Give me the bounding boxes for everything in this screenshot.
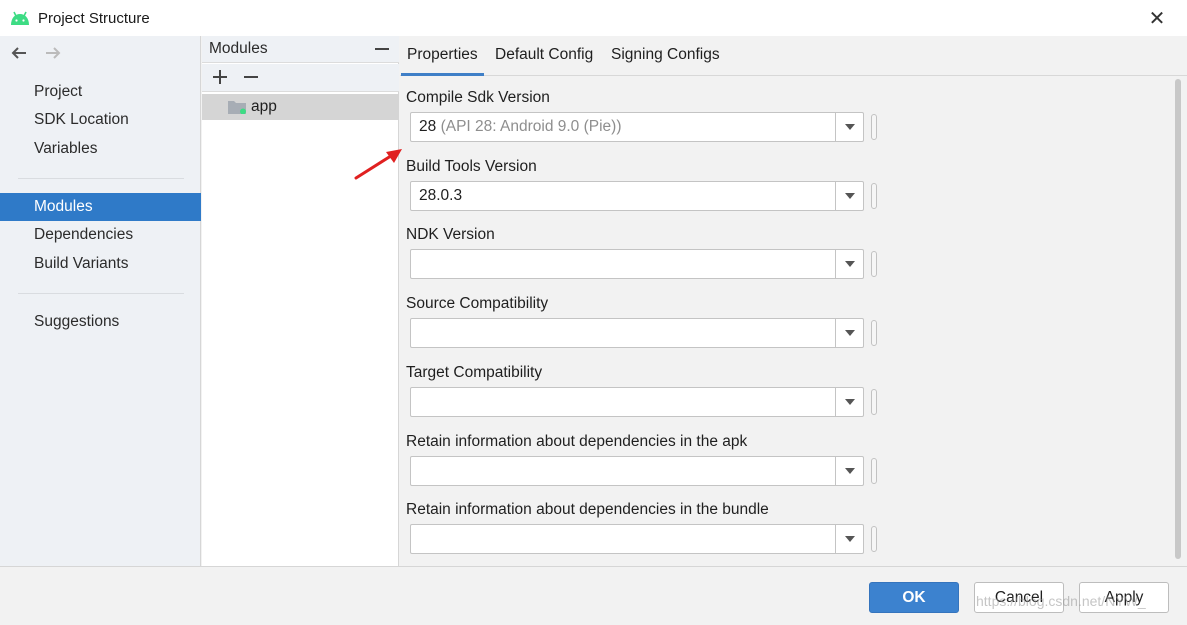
- build-tools-version-combo[interactable]: 28.0.3: [410, 181, 864, 211]
- field-handle[interactable]: [871, 320, 877, 346]
- sidebar-item-label: Build Variants: [34, 255, 129, 272]
- tab-label: Signing Configs: [611, 46, 720, 63]
- chevron-down-icon[interactable]: [835, 388, 863, 416]
- back-arrow-icon[interactable]: [8, 42, 30, 64]
- sidebar-item-dependencies[interactable]: Dependencies: [0, 221, 201, 249]
- compile-sdk-version-combo[interactable]: 28 (API 28: Android 9.0 (Pie)): [410, 112, 864, 142]
- target-compatibility-combo[interactable]: [410, 387, 864, 417]
- field-label: Retain information about dependencies in…: [406, 501, 769, 518]
- sidebar-item-label: Dependencies: [34, 226, 134, 243]
- chevron-down-icon[interactable]: [835, 182, 863, 210]
- field-label: Build Tools Version: [406, 158, 537, 175]
- android-icon: [11, 11, 29, 25]
- field-label: Target Compatibility: [406, 364, 543, 381]
- combo-hint: (API 28: Android 9.0 (Pie)): [440, 118, 622, 135]
- field-handle[interactable]: [871, 183, 877, 209]
- sidebar-divider: [18, 178, 184, 179]
- field-label: Retain information about dependencies in…: [406, 433, 748, 450]
- plus-icon: [213, 70, 227, 84]
- sidebar-item-label: Project: [34, 83, 83, 100]
- sidebar-item-variables[interactable]: Variables: [0, 135, 201, 163]
- sidebar-item-label: Suggestions: [34, 313, 120, 330]
- annotation-arrow-icon: [354, 149, 402, 180]
- sidebar-item-modules[interactable]: Modules: [0, 193, 201, 221]
- content-panel: Properties Default Config Signing Config…: [400, 36, 1187, 566]
- module-list-item[interactable]: app: [202, 94, 399, 120]
- title-bar: Project Structure ✕: [0, 0, 1187, 36]
- sidebar-item-label: Modules: [34, 198, 93, 215]
- sidebar-item-label: SDK Location: [34, 111, 129, 128]
- chevron-down-icon[interactable]: [835, 457, 863, 485]
- forward-arrow-icon[interactable]: [42, 42, 64, 64]
- chevron-down-icon[interactable]: [835, 113, 863, 141]
- tab-default-config[interactable]: Default Config: [489, 36, 599, 76]
- sidebar: Project SDK Location Variables Modules D…: [0, 36, 201, 566]
- modules-toolbar: [202, 64, 399, 92]
- field-handle[interactable]: [871, 389, 877, 415]
- apply-button[interactable]: Apply: [1079, 582, 1169, 613]
- modules-header: Modules: [202, 36, 399, 63]
- cancel-button[interactable]: Cancel: [974, 582, 1064, 613]
- properties-form: Compile Sdk Version 28 (API 28: Android …: [400, 77, 1184, 563]
- retain-deps-apk-combo[interactable]: [410, 456, 864, 486]
- modules-panel: Modules app: [202, 36, 399, 566]
- window-title: Project Structure: [38, 10, 150, 27]
- nav-arrows: [8, 42, 64, 64]
- sidebar-item-sdk-location[interactable]: SDK Location: [0, 106, 201, 134]
- tab-label: Properties: [407, 46, 478, 63]
- modules-title: Modules: [209, 40, 268, 57]
- close-icon: ✕: [1148, 7, 1166, 30]
- ndk-version-combo[interactable]: [410, 249, 864, 279]
- chevron-down-icon[interactable]: [835, 250, 863, 278]
- combo-value-text: 28.0.3: [419, 187, 463, 204]
- dialog-button-bar: OK Cancel Apply https://blog.csdn.net/NY…: [0, 566, 1187, 625]
- add-module-button[interactable]: [209, 66, 231, 88]
- sidebar-item-label: Variables: [34, 140, 98, 157]
- scrollbar-thumb[interactable]: [1175, 79, 1181, 559]
- sidebar-item-suggestions[interactable]: Suggestions: [0, 308, 201, 336]
- field-handle[interactable]: [871, 526, 877, 552]
- chevron-down-icon[interactable]: [835, 319, 863, 347]
- close-button[interactable]: ✕: [1145, 6, 1169, 30]
- sidebar-item-project[interactable]: Project: [0, 78, 201, 106]
- module-folder-icon: [228, 101, 246, 114]
- tab-signing-configs[interactable]: Signing Configs: [605, 36, 726, 76]
- tab-properties[interactable]: Properties: [401, 36, 484, 76]
- field-label: NDK Version: [406, 226, 495, 243]
- tab-bar: Properties Default Config Signing Config…: [400, 36, 1187, 76]
- minus-icon: [244, 76, 258, 78]
- scrollbar[interactable]: [1172, 77, 1184, 563]
- sidebar-item-build-variants[interactable]: Build Variants: [0, 250, 201, 278]
- field-handle[interactable]: [871, 458, 877, 484]
- collapse-icon[interactable]: [373, 38, 391, 58]
- combo-value-text: 28: [419, 118, 437, 135]
- retain-deps-bundle-combo[interactable]: [410, 524, 864, 554]
- field-handle[interactable]: [871, 251, 877, 277]
- module-name: app: [251, 98, 277, 115]
- field-handle[interactable]: [871, 114, 877, 140]
- source-compatibility-combo[interactable]: [410, 318, 864, 348]
- ok-button[interactable]: OK: [869, 582, 959, 613]
- chevron-down-icon[interactable]: [835, 525, 863, 553]
- combo-value: 28 (API 28: Android 9.0 (Pie)): [419, 118, 621, 136]
- field-label: Compile Sdk Version: [406, 89, 550, 106]
- tab-label: Default Config: [495, 46, 594, 63]
- field-label: Source Compatibility: [406, 295, 549, 312]
- remove-module-button[interactable]: [240, 66, 262, 88]
- sidebar-divider: [18, 293, 184, 294]
